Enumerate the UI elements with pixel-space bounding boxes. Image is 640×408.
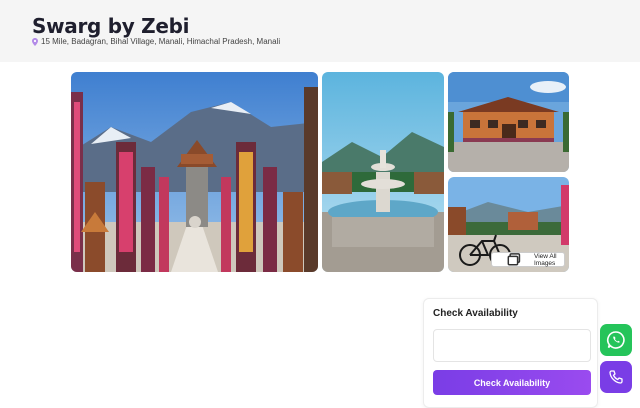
view-all-images-label: View All Images	[533, 252, 557, 267]
phone-icon	[609, 370, 623, 384]
gallery-image-main[interactable]	[71, 72, 318, 272]
availability-card: Check Availability Check Availability	[423, 298, 598, 408]
gallery-image-building[interactable]	[448, 72, 569, 172]
check-availability-button[interactable]: Check Availability	[433, 370, 591, 395]
property-header: Swarg by Zebi 15 Mile, Badagran, Bihal V…	[0, 0, 640, 62]
location-pin-icon	[32, 37, 38, 46]
photo-gallery: View All Images	[71, 72, 569, 272]
gallery-image-fountain[interactable]	[322, 72, 444, 272]
gallery-image-bicycle[interactable]: View All Images	[448, 177, 569, 272]
whatsapp-button[interactable]	[600, 324, 632, 356]
view-all-images-button[interactable]: View All Images	[491, 252, 565, 267]
whatsapp-icon	[607, 331, 625, 349]
address-text: 15 Mile, Badagran, Bihal Village, Manali…	[41, 37, 281, 46]
property-title: Swarg by Zebi	[32, 14, 190, 38]
availability-date-input[interactable]	[433, 329, 591, 362]
availability-heading: Check Availability	[433, 308, 518, 319]
property-address: 15 Mile, Badagran, Bihal Village, Manali…	[32, 37, 280, 46]
call-button[interactable]	[600, 361, 632, 393]
gallery-icon	[507, 253, 521, 266]
